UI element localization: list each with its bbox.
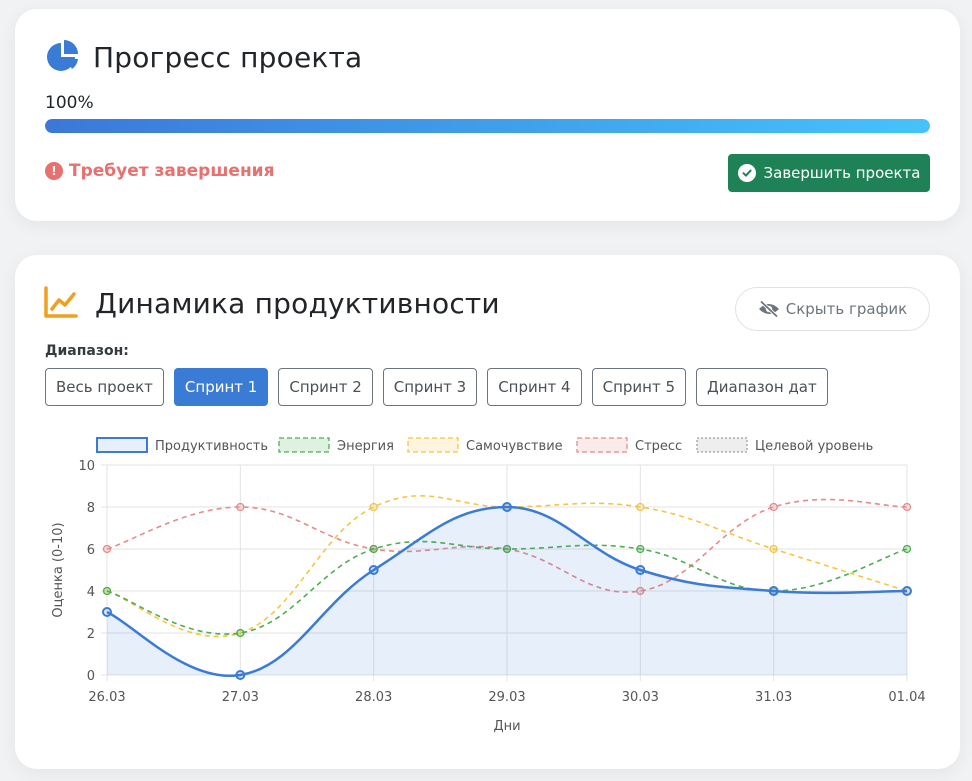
legend-swatch-2 bbox=[407, 437, 459, 453]
x-tick-label: 28.03 bbox=[355, 690, 392, 705]
y-axis-title: Оценка (0-10) bbox=[51, 522, 66, 617]
series-1-point bbox=[102, 586, 112, 596]
series-1-point bbox=[902, 544, 912, 554]
series-0-point bbox=[635, 565, 646, 575]
y-tick-label: 8 bbox=[87, 501, 95, 516]
series-2-point bbox=[369, 502, 378, 512]
legend-swatch-3 bbox=[576, 437, 628, 453]
series-3-point bbox=[769, 502, 778, 512]
x-tick-label: 31.03 bbox=[755, 690, 792, 705]
page-title: Прогресс проекта bbox=[93, 40, 363, 74]
productivity-chart: 0 2 4 6 8 10 26.03 27.03 28.03 29.03 30.03 31.03 01.… bbox=[51, 437, 926, 734]
y-tick-label: 6 bbox=[87, 543, 95, 558]
progress-percent: 100% bbox=[45, 93, 94, 113]
y-tick-label: 10 bbox=[78, 459, 95, 474]
pie-chart-icon bbox=[45, 39, 81, 75]
x-tick-label: 26.03 bbox=[88, 690, 125, 705]
series-3-point bbox=[102, 544, 112, 554]
exclamation-circle-icon: ! bbox=[45, 162, 63, 180]
legend-label-1: Энергия bbox=[337, 439, 394, 454]
legend-swatch-0 bbox=[96, 437, 148, 453]
legend-swatch-1 bbox=[278, 437, 330, 453]
series-2-point bbox=[769, 544, 778, 554]
series-0-point bbox=[502, 502, 512, 512]
legend-label-0: Продуктивность bbox=[155, 439, 268, 454]
progress-title-row: Прогресс проекта bbox=[45, 39, 362, 75]
y-tick-label: 4 bbox=[87, 585, 95, 600]
legend-swatch-4 bbox=[696, 437, 748, 453]
x-tick-label: 27.03 bbox=[222, 690, 259, 705]
y-tick-label: 2 bbox=[87, 627, 95, 642]
complete-project-label: Завершить проекта bbox=[763, 164, 921, 182]
series-1-point bbox=[236, 628, 245, 638]
progress-card: Прогресс проекта 100% ! Требует завершен… bbox=[15, 9, 960, 221]
x-tick-label: 30.03 bbox=[622, 690, 659, 705]
legend-label-4: Целевой уровень bbox=[755, 439, 873, 454]
legend-label-3: Стресс bbox=[635, 439, 682, 454]
series-0-point bbox=[902, 586, 912, 596]
dynamics-card: Динамика продуктивности Скрыть график Ди… bbox=[15, 255, 960, 769]
warning-text: Требует завершения bbox=[69, 161, 275, 181]
y-tick-label: 0 bbox=[87, 669, 95, 684]
series-2-point bbox=[636, 502, 645, 512]
progress-bar-fill bbox=[45, 119, 930, 133]
series-1-point bbox=[636, 544, 645, 554]
progress-bar bbox=[45, 119, 930, 133]
series-0-point bbox=[235, 670, 246, 680]
x-axis-title: Дни bbox=[493, 719, 520, 734]
x-tick-label: 29.03 bbox=[488, 690, 525, 705]
series-3-point bbox=[902, 502, 912, 512]
complete-project-button[interactable]: Завершить проекта bbox=[728, 154, 930, 192]
series-1-point bbox=[369, 544, 378, 554]
status-warning: ! Требует завершения bbox=[45, 161, 275, 181]
series-0-point bbox=[368, 565, 379, 575]
check-circle-icon bbox=[737, 164, 756, 182]
x-tick-label: 01.04 bbox=[888, 690, 925, 705]
series-0-point bbox=[102, 607, 112, 617]
legend-label-2: Самочувствие bbox=[466, 439, 563, 454]
series-0-point bbox=[768, 586, 779, 596]
series-3-point bbox=[236, 502, 245, 512]
